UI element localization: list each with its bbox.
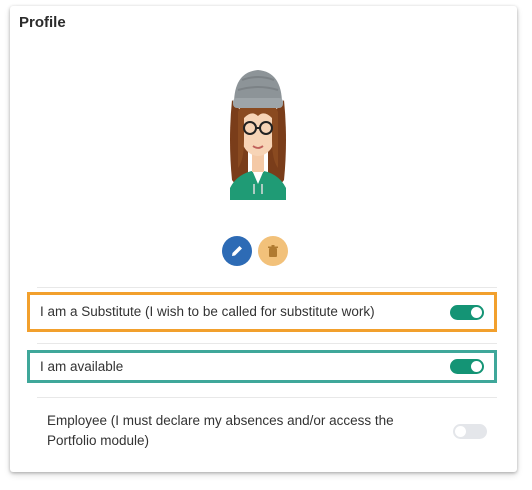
divider: [37, 343, 497, 344]
setting-row-substitute: I am a Substitute (I wish to be called f…: [27, 292, 497, 332]
delete-avatar-button[interactable]: [258, 236, 288, 266]
trash-icon: [268, 245, 278, 257]
setting-label-substitute: I am a Substitute (I wish to be called f…: [40, 304, 375, 319]
available-toggle[interactable]: [450, 359, 484, 374]
substitute-toggle[interactable]: [450, 304, 484, 320]
toggle-knob: [471, 361, 482, 372]
setting-label-available: I am available: [40, 358, 124, 374]
edit-avatar-button[interactable]: [222, 236, 252, 266]
employee-toggle[interactable]: [453, 423, 487, 439]
setting-label-employee: Employee (I must declare my absences and…: [47, 413, 394, 448]
setting-row-available: I am available: [27, 350, 497, 383]
toggle-knob: [455, 425, 466, 437]
avatar-actions: [222, 236, 288, 266]
avatar-illustration-icon: [230, 70, 286, 200]
toggle-knob: [471, 306, 482, 318]
divider: [37, 397, 497, 398]
pencil-icon: [232, 246, 242, 256]
card-title: Profile: [19, 14, 66, 31]
avatar: [218, 60, 298, 200]
divider: [37, 287, 497, 288]
setting-row-employee: Employee (I must declare my absences and…: [27, 408, 497, 454]
